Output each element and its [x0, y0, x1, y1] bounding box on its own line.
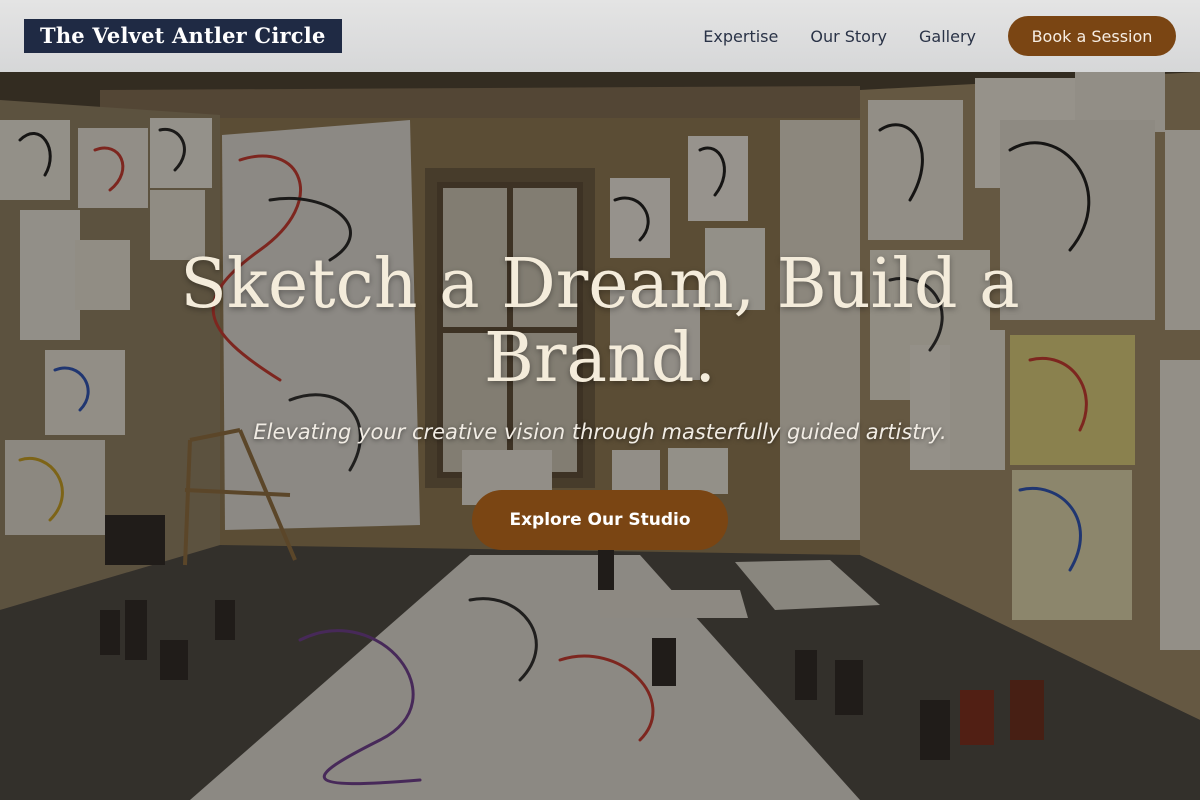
brand-logo[interactable]: The Velvet Antler Circle	[24, 19, 342, 53]
hero-dark-overlay	[0, 0, 1200, 800]
hero-headline: Sketch a Dream, Build a Brand.	[180, 245, 1020, 398]
nav-link-our-story[interactable]: Our Story	[810, 27, 887, 46]
nav-link-expertise[interactable]: Expertise	[703, 27, 778, 46]
explore-studio-button[interactable]: Explore Our Studio	[472, 490, 728, 550]
main-nav: Expertise Our Story Gallery Book a Sessi…	[703, 16, 1176, 56]
hero-background	[0, 0, 1200, 800]
nav-link-gallery[interactable]: Gallery	[919, 27, 976, 46]
site-header: The Velvet Antler Circle Expertise Our S…	[0, 0, 1200, 72]
hero-tagline: Elevating your creative vision through m…	[253, 420, 947, 444]
book-session-button[interactable]: Book a Session	[1008, 16, 1176, 56]
